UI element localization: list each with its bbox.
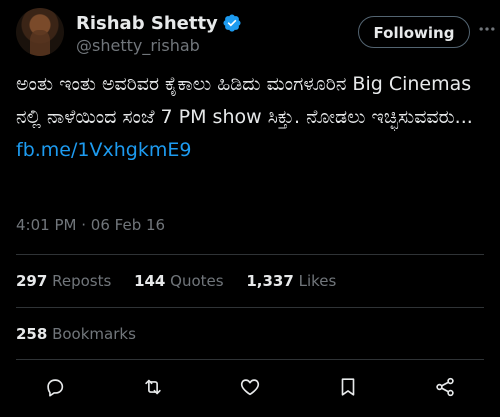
verified-badge-icon: [222, 13, 242, 33]
quotes-count: 144: [134, 272, 166, 290]
author-handle[interactable]: @shetty_rishab: [76, 36, 200, 55]
tweet-text: ಅಂತು ಇಂತು ಅವರಿವರ ಕೈಕಾಲು ಹಿಡಿದು ಮಂಗಳೂರಿನ …: [16, 68, 476, 167]
reposts-stat[interactable]: 297 Reposts: [16, 272, 116, 290]
tweet-body: ಅಂತು ಇಂತು ಅವರಿವರ ಕೈಕಾಲು ಹಿಡಿದು ಮಂಗಳೂರಿನ …: [16, 73, 473, 128]
avatar[interactable]: [16, 8, 64, 56]
reposts-count: 297: [16, 272, 48, 290]
reposts-label: Reposts: [52, 272, 112, 290]
engagement-stats: 297 Reposts 144 Quotes 1,337 Likes: [16, 272, 354, 290]
action-bar: [16, 370, 484, 404]
divider: [16, 307, 484, 308]
meta-separator: ·: [81, 216, 87, 234]
bookmarks-label: Bookmarks: [52, 325, 136, 343]
likes-label: Likes: [298, 272, 337, 290]
divider: [16, 359, 484, 360]
bookmarks-stat[interactable]: 258 Bookmarks: [16, 325, 136, 343]
tweet-time: 4:01 PM: [16, 216, 77, 234]
bookmarks-count: 258: [16, 325, 48, 343]
likes-count: 1,337: [246, 272, 294, 290]
reply-icon[interactable]: [40, 372, 70, 402]
tweet-link[interactable]: fb.me/1VxhgkmE9: [16, 139, 191, 161]
heart-icon[interactable]: [235, 372, 265, 402]
quotes-stat[interactable]: 144 Quotes: [134, 272, 228, 290]
more-dots-icon[interactable]: [474, 16, 500, 42]
tweet-timestamp[interactable]: 4:01 PM · 06 Feb 16: [16, 216, 165, 234]
likes-stat[interactable]: 1,337 Likes: [246, 272, 336, 290]
tweet-header: Rishab Shetty @shetty_rishab Following: [16, 8, 495, 64]
divider: [16, 254, 484, 255]
quotes-label: Quotes: [170, 272, 224, 290]
share-icon[interactable]: [430, 372, 460, 402]
bookmark-icon[interactable]: [333, 372, 363, 402]
following-button[interactable]: Following: [358, 16, 470, 48]
author-name[interactable]: Rishab Shetty: [76, 13, 218, 34]
tweet-date: 06 Feb 16: [90, 216, 166, 234]
repost-icon[interactable]: [138, 372, 168, 402]
author-name-row: Rishab Shetty: [76, 11, 242, 35]
